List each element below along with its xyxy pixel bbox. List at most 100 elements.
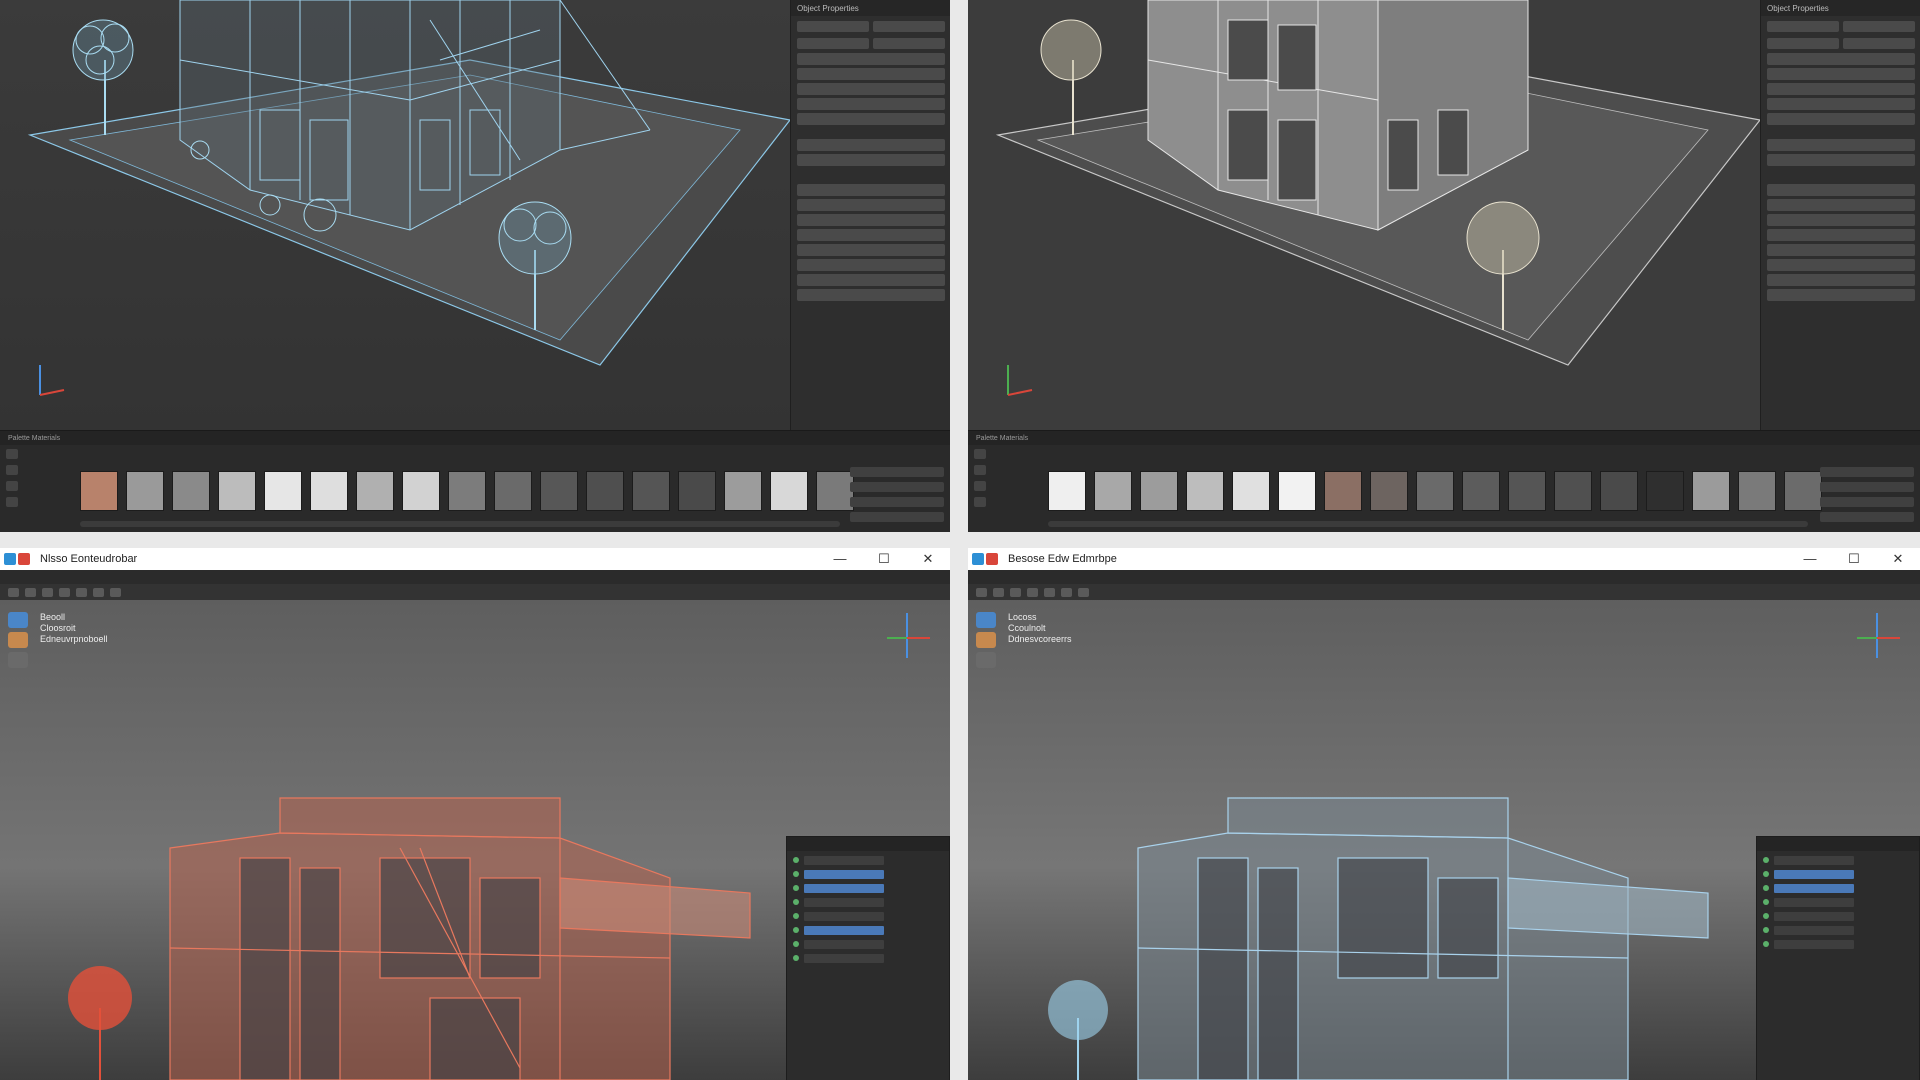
outliner-item[interactable]: [1774, 869, 1854, 879]
property-field[interactable]: [1767, 37, 1839, 49]
material-swatch[interactable]: [126, 471, 164, 511]
tool-icon[interactable]: [1010, 587, 1021, 597]
outliner-item[interactable]: [804, 939, 884, 949]
property-row[interactable]: [797, 214, 945, 226]
close-icon[interactable]: ✕: [906, 548, 950, 570]
property-row[interactable]: [797, 154, 945, 166]
visibility-icon[interactable]: [1763, 913, 1769, 919]
tool-icon[interactable]: [974, 481, 986, 491]
outliner-item[interactable]: [1774, 911, 1854, 921]
visibility-icon[interactable]: [1763, 885, 1769, 891]
property-row[interactable]: [797, 113, 945, 125]
value-field[interactable]: [1820, 512, 1914, 522]
property-row[interactable]: [1767, 289, 1915, 301]
value-field[interactable]: [850, 497, 944, 507]
property-row[interactable]: [1767, 199, 1915, 211]
outliner-item[interactable]: [804, 925, 884, 935]
material-swatch[interactable]: [494, 471, 532, 511]
property-row[interactable]: [797, 139, 945, 151]
property-row[interactable]: [1767, 139, 1915, 151]
material-swatch[interactable]: [1646, 471, 1684, 511]
material-swatch[interactable]: [816, 471, 854, 511]
visibility-icon[interactable]: [793, 941, 799, 947]
material-swatch[interactable]: [1554, 471, 1592, 511]
visibility-icon[interactable]: [793, 927, 799, 933]
outliner-item[interactable]: [1774, 855, 1854, 865]
property-row[interactable]: [1767, 214, 1915, 226]
outliner-item[interactable]: [1774, 883, 1854, 893]
tool-icon[interactable]: [1078, 587, 1089, 597]
tool-icon[interactable]: [974, 497, 986, 507]
material-swatch[interactable]: [770, 471, 808, 511]
material-swatch[interactable]: [218, 471, 256, 511]
property-field[interactable]: [797, 20, 869, 32]
outliner-item[interactable]: [1774, 939, 1854, 949]
palette-scrollbar[interactable]: [1048, 521, 1808, 527]
property-row[interactable]: [1767, 68, 1915, 80]
material-swatch[interactable]: [632, 471, 670, 511]
property-row[interactable]: [1767, 98, 1915, 110]
tool-icon[interactable]: [976, 587, 987, 597]
tool-icon[interactable]: [59, 587, 70, 597]
material-swatch[interactable]: [1600, 471, 1638, 511]
material-swatch[interactable]: [1416, 471, 1454, 511]
value-field[interactable]: [850, 482, 944, 492]
outliner-item[interactable]: [804, 911, 884, 921]
outliner-item[interactable]: [804, 855, 884, 865]
property-row[interactable]: [1767, 259, 1915, 271]
property-field[interactable]: [1843, 37, 1915, 49]
material-swatch[interactable]: [1508, 471, 1546, 511]
outliner-item[interactable]: [804, 883, 884, 893]
property-row[interactable]: [1767, 184, 1915, 196]
property-row[interactable]: [797, 83, 945, 95]
tool-icon[interactable]: [1044, 587, 1055, 597]
material-swatch[interactable]: [1692, 471, 1730, 511]
window-titlebar[interactable]: Nlsso Eonteudrobar — ☐ ✕: [0, 548, 950, 570]
close-icon[interactable]: ✕: [1876, 548, 1920, 570]
material-swatch[interactable]: [264, 471, 302, 511]
property-field[interactable]: [1843, 20, 1915, 32]
tool-icon[interactable]: [974, 449, 986, 459]
material-swatch[interactable]: [448, 471, 486, 511]
tool-icon[interactable]: [42, 587, 53, 597]
property-field[interactable]: [797, 37, 869, 49]
property-field[interactable]: [873, 37, 945, 49]
property-row[interactable]: [1767, 53, 1915, 65]
property-row[interactable]: [797, 98, 945, 110]
visibility-icon[interactable]: [793, 885, 799, 891]
tool-icon[interactable]: [6, 497, 18, 507]
tool-icon[interactable]: [1027, 587, 1038, 597]
tool-icon[interactable]: [6, 449, 18, 459]
value-field[interactable]: [1820, 497, 1914, 507]
property-row[interactable]: [797, 199, 945, 211]
visibility-icon[interactable]: [793, 871, 799, 877]
material-swatch[interactable]: [1738, 471, 1776, 511]
property-row[interactable]: [1767, 83, 1915, 95]
visibility-icon[interactable]: [1763, 941, 1769, 947]
property-row[interactable]: [797, 53, 945, 65]
minimize-icon[interactable]: —: [818, 548, 862, 570]
axis-gizmo-icon[interactable]: [882, 608, 932, 668]
maximize-icon[interactable]: ☐: [1832, 548, 1876, 570]
material-swatch[interactable]: [678, 471, 716, 511]
tool-icon[interactable]: [110, 587, 121, 597]
visibility-icon[interactable]: [793, 955, 799, 961]
tool-icon[interactable]: [993, 587, 1004, 597]
material-swatch[interactable]: [172, 471, 210, 511]
property-field[interactable]: [873, 20, 945, 32]
material-swatch[interactable]: [1048, 471, 1086, 511]
property-row[interactable]: [1767, 154, 1915, 166]
minimize-icon[interactable]: —: [1788, 548, 1832, 570]
material-swatch[interactable]: [1140, 471, 1178, 511]
material-swatch[interactable]: [1370, 471, 1408, 511]
material-swatch[interactable]: [586, 471, 624, 511]
tool-icon[interactable]: [76, 587, 87, 597]
property-row[interactable]: [797, 274, 945, 286]
material-swatch[interactable]: [724, 471, 762, 511]
material-swatch[interactable]: [1278, 471, 1316, 511]
material-swatch[interactable]: [1784, 471, 1822, 511]
property-row[interactable]: [797, 184, 945, 196]
outliner-item[interactable]: [804, 953, 884, 963]
material-swatch[interactable]: [1094, 471, 1132, 511]
property-row[interactable]: [1767, 274, 1915, 286]
